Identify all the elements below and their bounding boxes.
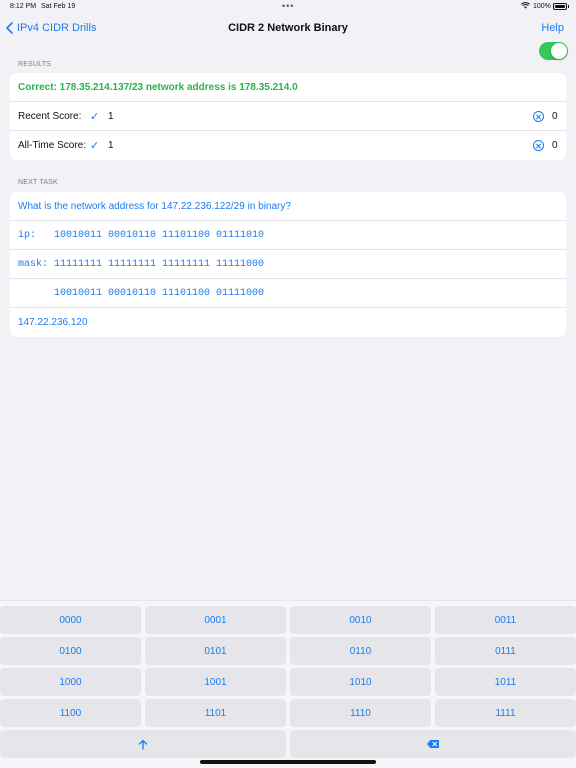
answer-decimal-row: 147.22.236.120	[10, 308, 566, 337]
answer-binary-row[interactable]: 10010011 00010110 11101100 01111000	[10, 279, 566, 308]
alltime-score-label: All-Time Score:	[18, 140, 86, 151]
home-indicator[interactable]	[200, 760, 376, 764]
key-1100[interactable]: 1100	[0, 699, 141, 727]
key-0001[interactable]: 0001	[145, 606, 286, 634]
key-1011[interactable]: 1011	[435, 668, 576, 696]
mode-toggle[interactable]	[539, 42, 568, 60]
multitasking-dots-icon[interactable]: •••	[282, 1, 294, 11]
key-0000[interactable]: 0000	[0, 606, 141, 634]
mask-binary-line: mask: 11111111 11111111 11111111 1111100…	[18, 258, 265, 270]
status-date: Sat Feb 19	[41, 3, 76, 10]
recent-score-label: Recent Score:	[18, 110, 82, 122]
alltime-score-row: All-Time Score: ✓ 1 0	[10, 131, 566, 160]
recent-score-row: Recent Score: ✓ 1 0	[10, 102, 566, 131]
status-time: 8:12 PM	[10, 3, 37, 10]
battery-tip	[568, 5, 569, 8]
alltime-score-reset-icon[interactable]	[533, 140, 544, 151]
key-0101[interactable]: 0101	[145, 637, 286, 665]
result-message-row: Correct: 178.35.214.137/23 network addre…	[10, 73, 566, 102]
wifi-icon	[521, 2, 530, 11]
task-question-row: What is the network address for 147.22.2…	[10, 192, 566, 221]
key-1010[interactable]: 1010	[290, 668, 431, 696]
answer-binary-line: 10010011 00010110 11101100 01111000	[18, 287, 265, 299]
checkmark-icon: ✓	[90, 110, 100, 123]
recent-score-value: 1	[108, 110, 114, 122]
navigation-bar: IPv4 CIDR Drills CIDR 2 Network Binary H…	[0, 14, 576, 44]
task-card: What is the network address for 147.22.2…	[10, 192, 566, 337]
recent-score-wrong-value: 0	[552, 111, 558, 122]
checkmark-icon: ✓	[90, 140, 100, 152]
battery-percent: 100%	[533, 3, 551, 10]
ip-binary-row: ip: 10010011 00010110 11101100 01111010	[10, 221, 566, 250]
alltime-score-wrong-value: 0	[552, 140, 558, 151]
results-card: Correct: 178.35.214.137/23 network addre…	[10, 73, 566, 160]
key-0110[interactable]: 0110	[290, 637, 431, 665]
ip-binary-line: ip: 10010011 00010110 11101100 01111010	[18, 229, 265, 241]
key-1111[interactable]: 1111	[435, 699, 576, 727]
mask-binary-row: mask: 11111111 11111111 11111111 1111100…	[10, 250, 566, 279]
delete-key[interactable]	[290, 730, 576, 758]
next-task-header: NEXT TASK	[18, 179, 58, 186]
recent-score-reset-icon[interactable]	[533, 111, 544, 122]
key-0100[interactable]: 0100	[0, 637, 141, 665]
key-1101[interactable]: 1101	[145, 699, 286, 727]
page-title: CIDR 2 Network Binary	[228, 22, 348, 34]
help-button[interactable]: Help	[541, 22, 564, 34]
key-0111[interactable]: 0111	[435, 637, 576, 665]
battery-icon	[553, 3, 567, 10]
backspace-icon	[427, 740, 439, 748]
alltime-score-value: 1	[108, 140, 114, 151]
key-1000[interactable]: 1000	[0, 668, 141, 696]
results-header: RESULTS	[18, 61, 52, 68]
up-arrow-icon	[138, 739, 148, 750]
result-message: Correct: 178.35.214.137/23 network addre…	[18, 81, 298, 93]
key-0011[interactable]: 0011	[435, 606, 576, 634]
task-question: What is the network address for 147.22.2…	[18, 200, 291, 212]
key-1110[interactable]: 1110	[290, 699, 431, 727]
status-bar: 8:12 PM Sat Feb 19 ••• 100%	[0, 0, 576, 14]
answer-decimal: 147.22.236.120	[18, 317, 88, 328]
shift-key[interactable]	[0, 730, 286, 758]
key-1001[interactable]: 1001	[145, 668, 286, 696]
binary-keyboard: 0000 0001 0010 0011 0100 0101 0110 0111 …	[0, 600, 576, 768]
key-0010[interactable]: 0010	[290, 606, 431, 634]
toggle-knob	[551, 43, 567, 59]
